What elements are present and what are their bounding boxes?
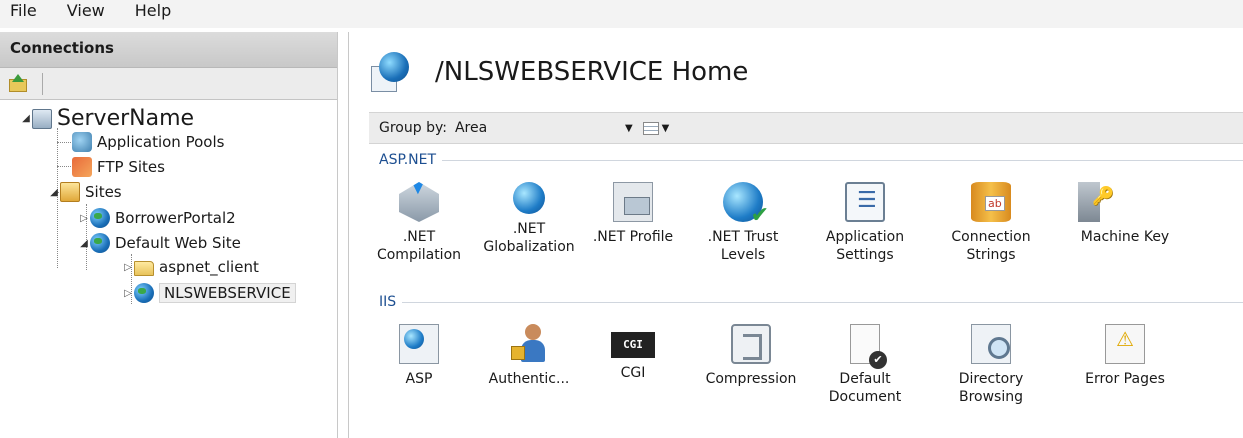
tree-node-borrower[interactable]: ▷ BorrowerPortal2 (78, 208, 236, 228)
feature-label: Application Settings (825, 229, 905, 263)
authentication-user-lock-icon (509, 324, 549, 364)
feature-label: Connection Strings (951, 229, 1031, 263)
feature-error-pages[interactable]: Error Pages (1069, 324, 1181, 388)
application-settings-icon (845, 182, 885, 222)
feature-label: Authentic... (488, 371, 570, 387)
section-iis-label: IIS (379, 294, 397, 310)
group-by-select[interactable]: Area (455, 120, 625, 136)
tree-node-app-pools[interactable]: Application Pools (72, 132, 224, 152)
feature-net-globalization[interactable]: .NET Globalization (473, 182, 585, 256)
page-title: /NLSWEBSERVICE Home (435, 57, 749, 87)
connections-toolbar (0, 68, 337, 100)
expand-icon[interactable]: ▷ (122, 262, 134, 273)
feature-label: Directory Browsing (958, 371, 1024, 405)
trust-levels-icon (723, 182, 769, 228)
feature-default-document[interactable]: Default Document (809, 324, 921, 406)
feature-label: ASP (405, 371, 433, 387)
asp-icon (399, 324, 439, 364)
tree-label-default-site: Default Web Site (115, 234, 241, 252)
feature-net-trust-levels[interactable]: .NET Trust Levels (687, 182, 799, 264)
application-pools-icon (72, 132, 92, 152)
collapse-icon[interactable]: ◢ (20, 113, 32, 124)
chevron-down-icon[interactable]: ▼ (662, 123, 670, 134)
folder-icon (134, 261, 154, 276)
section-aspnet-label: ASP.NET (379, 152, 437, 168)
feature-label: .NET Compilation (376, 229, 462, 263)
expand-icon[interactable]: ▷ (122, 288, 134, 299)
toolbar-separator (42, 72, 43, 95)
section-iis: IIS (379, 294, 1243, 310)
tree-label-server: ServerName (57, 106, 195, 131)
website-globe-icon (90, 208, 110, 228)
tree-node-server[interactable]: ◢ ServerName (20, 106, 194, 131)
directory-browsing-icon (971, 324, 1011, 364)
application-globe-icon (134, 283, 154, 303)
group-by-bar: Group by: Area ▼ ▼ (369, 112, 1243, 144)
feature-label: Machine Key (1080, 229, 1170, 245)
up-folder-icon[interactable] (8, 73, 30, 94)
feature-label: .NET Globalization (483, 221, 575, 255)
view-mode-icon[interactable] (642, 121, 659, 135)
feature-directory-browsing[interactable]: Directory Browsing (935, 324, 1047, 406)
chevron-down-icon[interactable]: ▼ (625, 123, 633, 134)
feature-cgi[interactable]: CGI CGI (577, 324, 689, 382)
feature-label: Compression (705, 371, 797, 387)
compilation-icon (399, 182, 439, 222)
sites-icon (60, 182, 80, 202)
feature-connection-strings[interactable]: Connection Strings (935, 182, 1047, 264)
tree-label-sites: Sites (85, 183, 122, 201)
menu-help[interactable]: Help (135, 0, 171, 22)
ftp-sites-icon (72, 157, 92, 177)
tree-node-sites[interactable]: ◢ Sites (48, 182, 122, 202)
collapse-icon[interactable]: ◢ (48, 187, 60, 198)
default-document-icon (850, 324, 887, 369)
server-icon (32, 108, 52, 129)
feature-label: .NET Profile (592, 229, 674, 245)
menu-bar: File View Help (0, 0, 1243, 28)
feature-net-compilation[interactable]: .NET Compilation (363, 182, 475, 264)
feature-compression[interactable]: Compression (695, 324, 807, 388)
error-pages-warning-icon (1105, 324, 1145, 364)
feature-label: CGI (620, 365, 646, 381)
feature-authentication[interactable]: Authentic... (473, 324, 585, 388)
connections-header: Connections (0, 32, 337, 68)
feature-label: Default Document (828, 371, 902, 405)
menu-file[interactable]: File (10, 0, 37, 22)
tree-label-nlswebservice: NLSWEBSERVICE (159, 283, 296, 303)
feature-asp[interactable]: ASP (363, 324, 475, 388)
feature-label: .NET Trust Levels (707, 229, 779, 263)
tree-node-aspnet-client[interactable]: ▷ aspnet_client (122, 258, 259, 276)
features-pane: /NLSWEBSERVICE Home Group by: Area ▼ ▼ A… (348, 32, 1243, 438)
tree-label-aspnet-client: aspnet_client (159, 258, 259, 276)
page-title-row: /NLSWEBSERVICE Home (371, 52, 748, 92)
machine-key-icon (1078, 182, 1114, 222)
website-globe-icon (90, 233, 110, 253)
cgi-icon: CGI (611, 332, 655, 358)
tree-node-default-site[interactable]: ◢ Default Web Site (78, 233, 241, 253)
group-by-label: Group by: (379, 120, 447, 136)
tree-node-ftp-sites[interactable]: FTP Sites (72, 157, 165, 177)
globalization-globe-icon (513, 182, 545, 214)
tree-node-nlswebservice[interactable]: ▷ NLSWEBSERVICE (122, 283, 296, 303)
application-globe-icon (371, 52, 411, 92)
connections-pane: Connections ◢ ServerName Application Poo… (0, 32, 338, 438)
tree-label-ftp-sites: FTP Sites (97, 158, 165, 176)
menu-view[interactable]: View (67, 0, 105, 22)
expand-icon[interactable]: ▷ (78, 213, 90, 224)
section-aspnet: ASP.NET (379, 152, 1243, 168)
connection-strings-icon (971, 182, 1011, 222)
feature-label: Error Pages (1085, 371, 1165, 387)
feature-net-profile[interactable]: .NET Profile (577, 182, 689, 246)
tree-label-app-pools: Application Pools (97, 133, 225, 151)
feature-machine-key[interactable]: Machine Key (1069, 182, 1181, 246)
profile-icon (613, 182, 653, 222)
tree-label-borrower: BorrowerPortal2 (115, 209, 236, 227)
collapse-icon[interactable]: ◢ (78, 238, 90, 249)
feature-application-settings[interactable]: Application Settings (809, 182, 921, 264)
compression-icon (731, 324, 771, 364)
